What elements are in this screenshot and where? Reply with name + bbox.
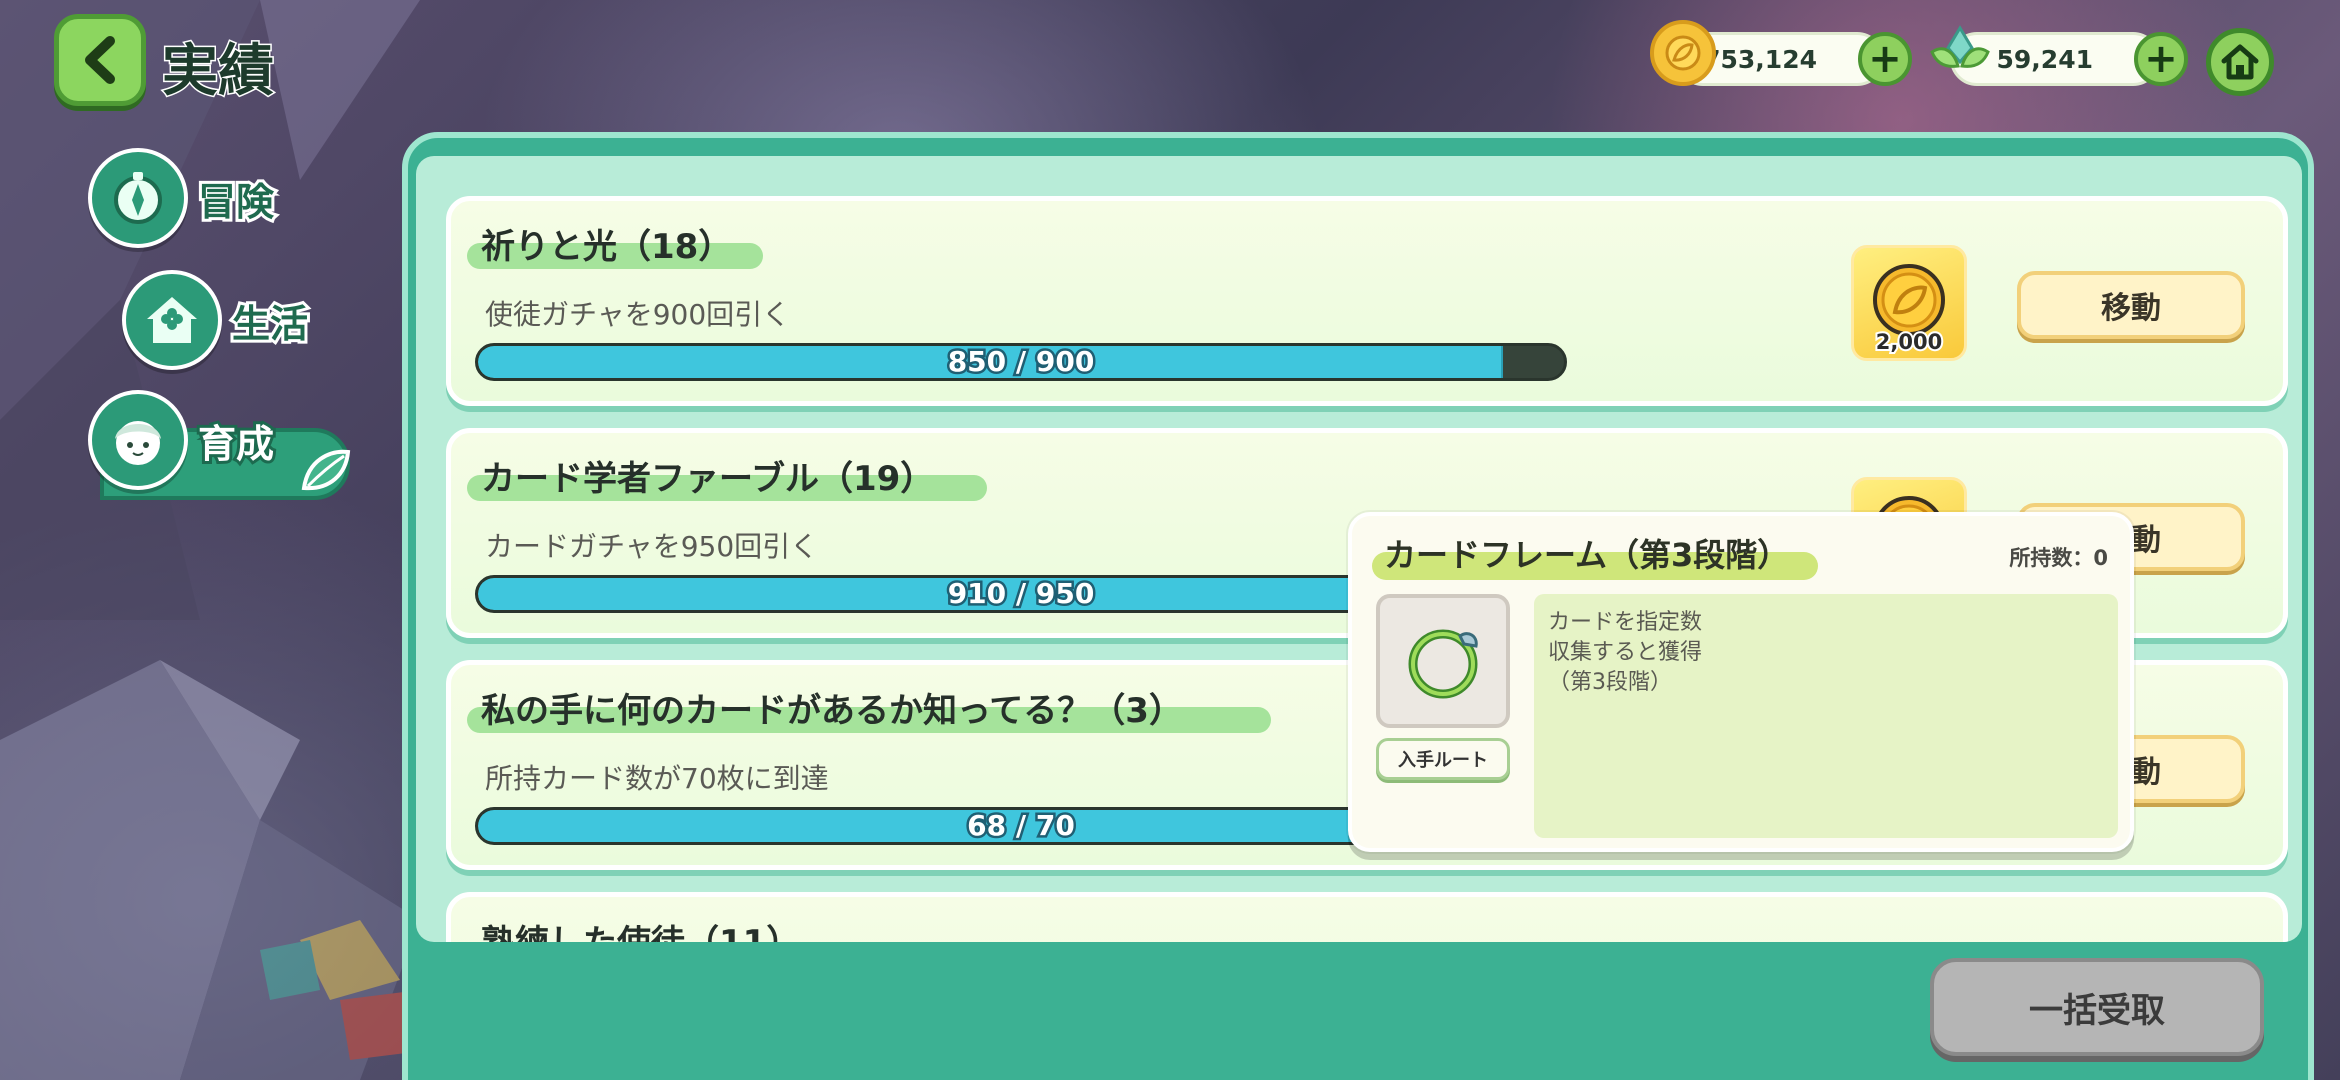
character-face-icon (88, 390, 188, 490)
nav-item-training[interactable]: 育成 (88, 390, 277, 490)
item-tooltip-popup: カードフレーム（第3段階） 所持数：0 入手ルート カードを指定数 収集すると獲… (1348, 512, 2134, 852)
progress-bar: 850 / 900 (475, 343, 1567, 381)
achievement-card: 熟練した使徒（11） (446, 892, 2288, 942)
achievement-title: 祈りと光（18） (481, 227, 733, 267)
coin-icon (1650, 20, 1716, 86)
owned-count: 所持数：0 (2009, 546, 2108, 570)
nav-item-adventure[interactable]: 冒険 (88, 148, 277, 248)
achievement-title: カード学者ファーブル（19） (481, 459, 935, 499)
achievement-description: 所持カード数が70枚に到達 (485, 762, 829, 795)
compass-icon (88, 148, 188, 248)
leaf-icon (301, 449, 351, 491)
home-icon (2221, 44, 2259, 80)
description-line: 収集すると獲得 (1548, 640, 1703, 665)
plus-icon: + (1868, 36, 1902, 82)
house-clover-icon (122, 270, 222, 370)
page-title: 実績 (161, 38, 276, 106)
acquisition-route-button[interactable]: 入手ルート (1376, 738, 1510, 780)
reward-count: 2,000 (1874, 328, 1944, 356)
home-button[interactable] (2206, 28, 2274, 96)
reward-coin[interactable]: 2,000 (1851, 245, 1967, 361)
achievement-card: 祈りと光（18） 使徒ガチャを900回引く 850 / 900 2,000 移動 (446, 196, 2288, 406)
move-button[interactable]: 移動 (2017, 271, 2245, 339)
popup-title: カードフレーム（第3段階） (1384, 536, 1790, 574)
achievement-title: 私の手に何のカードがあるか知ってる？（3） (481, 691, 1183, 731)
nav-label: 冒険 (195, 177, 277, 227)
add-gems-button[interactable]: + (2134, 32, 2188, 86)
achievement-title: 熟練した使徒（11） (481, 915, 800, 942)
achievement-description: カードガチャを950回引く (485, 530, 819, 563)
card-frame-icon (1376, 594, 1510, 728)
add-coins-button[interactable]: + (1858, 32, 1912, 86)
plus-icon: + (2144, 36, 2178, 82)
nav-item-life[interactable]: 生活 (122, 270, 311, 370)
description-line: （第3段階） (1548, 670, 1672, 695)
chevron-left-icon (85, 36, 115, 84)
crystal-leaf-icon (1928, 20, 1992, 84)
nav-label: 生活 (229, 299, 311, 349)
back-button[interactable] (54, 14, 146, 106)
coin-icon (1873, 264, 1945, 336)
description-line: カードを指定数 (1548, 610, 1703, 635)
gem-amount: 59,241 (1996, 44, 2093, 74)
item-description: カードを指定数 収集すると獲得 （第3段階） (1534, 594, 2118, 838)
nav-label: 育成 (195, 419, 277, 469)
achievement-description: 使徒ガチャを900回引く (485, 298, 791, 331)
progress-text: 850 / 900 (945, 345, 1097, 378)
bulk-claim-button[interactable]: 一括受取 (1930, 958, 2264, 1056)
